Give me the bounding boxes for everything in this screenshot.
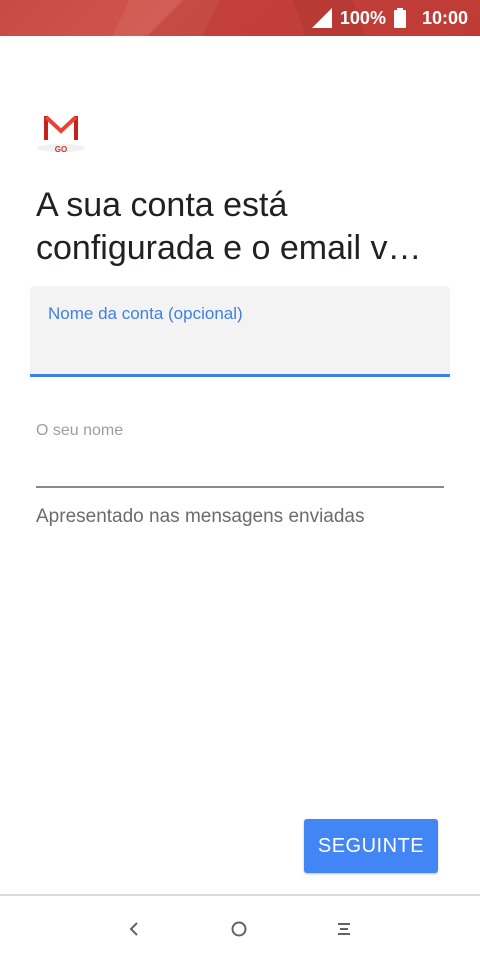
battery-percent: 100% (339, 7, 386, 28)
logo-text: GO (55, 145, 67, 154)
screen: 100% 10:00 GO A sua conta está configura… (0, 0, 480, 960)
recents-button[interactable] (329, 914, 359, 944)
back-icon (129, 922, 138, 936)
account-name-field[interactable]: Nome da conta (opcional) (30, 286, 450, 377)
your-name-helper: Apresentado nas mensagens enviadas (36, 506, 365, 527)
navigation-bar (0, 896, 480, 960)
status-indicators: 100% 10:00 (311, 0, 468, 36)
page-title: A sua conta está configurada e o email v… (36, 186, 422, 267)
account-name-label: Nome da conta (opcional) (48, 304, 243, 323)
status-time: 10:00 (421, 7, 468, 28)
your-name-label: O seu nome (36, 422, 124, 439)
recents-icon (338, 923, 350, 935)
home-button[interactable] (224, 914, 254, 944)
back-button[interactable] (119, 914, 149, 944)
gmail-go-logo-icon: GO (37, 115, 85, 154)
your-name-input[interactable] (36, 446, 444, 488)
status-bar-decoration (106, 0, 224, 36)
signal-icon (311, 8, 332, 28)
home-icon (231, 921, 247, 937)
status-bar: 100% 10:00 (0, 0, 480, 36)
next-button[interactable]: SEGUINTE (304, 819, 438, 873)
battery-icon (393, 8, 406, 28)
